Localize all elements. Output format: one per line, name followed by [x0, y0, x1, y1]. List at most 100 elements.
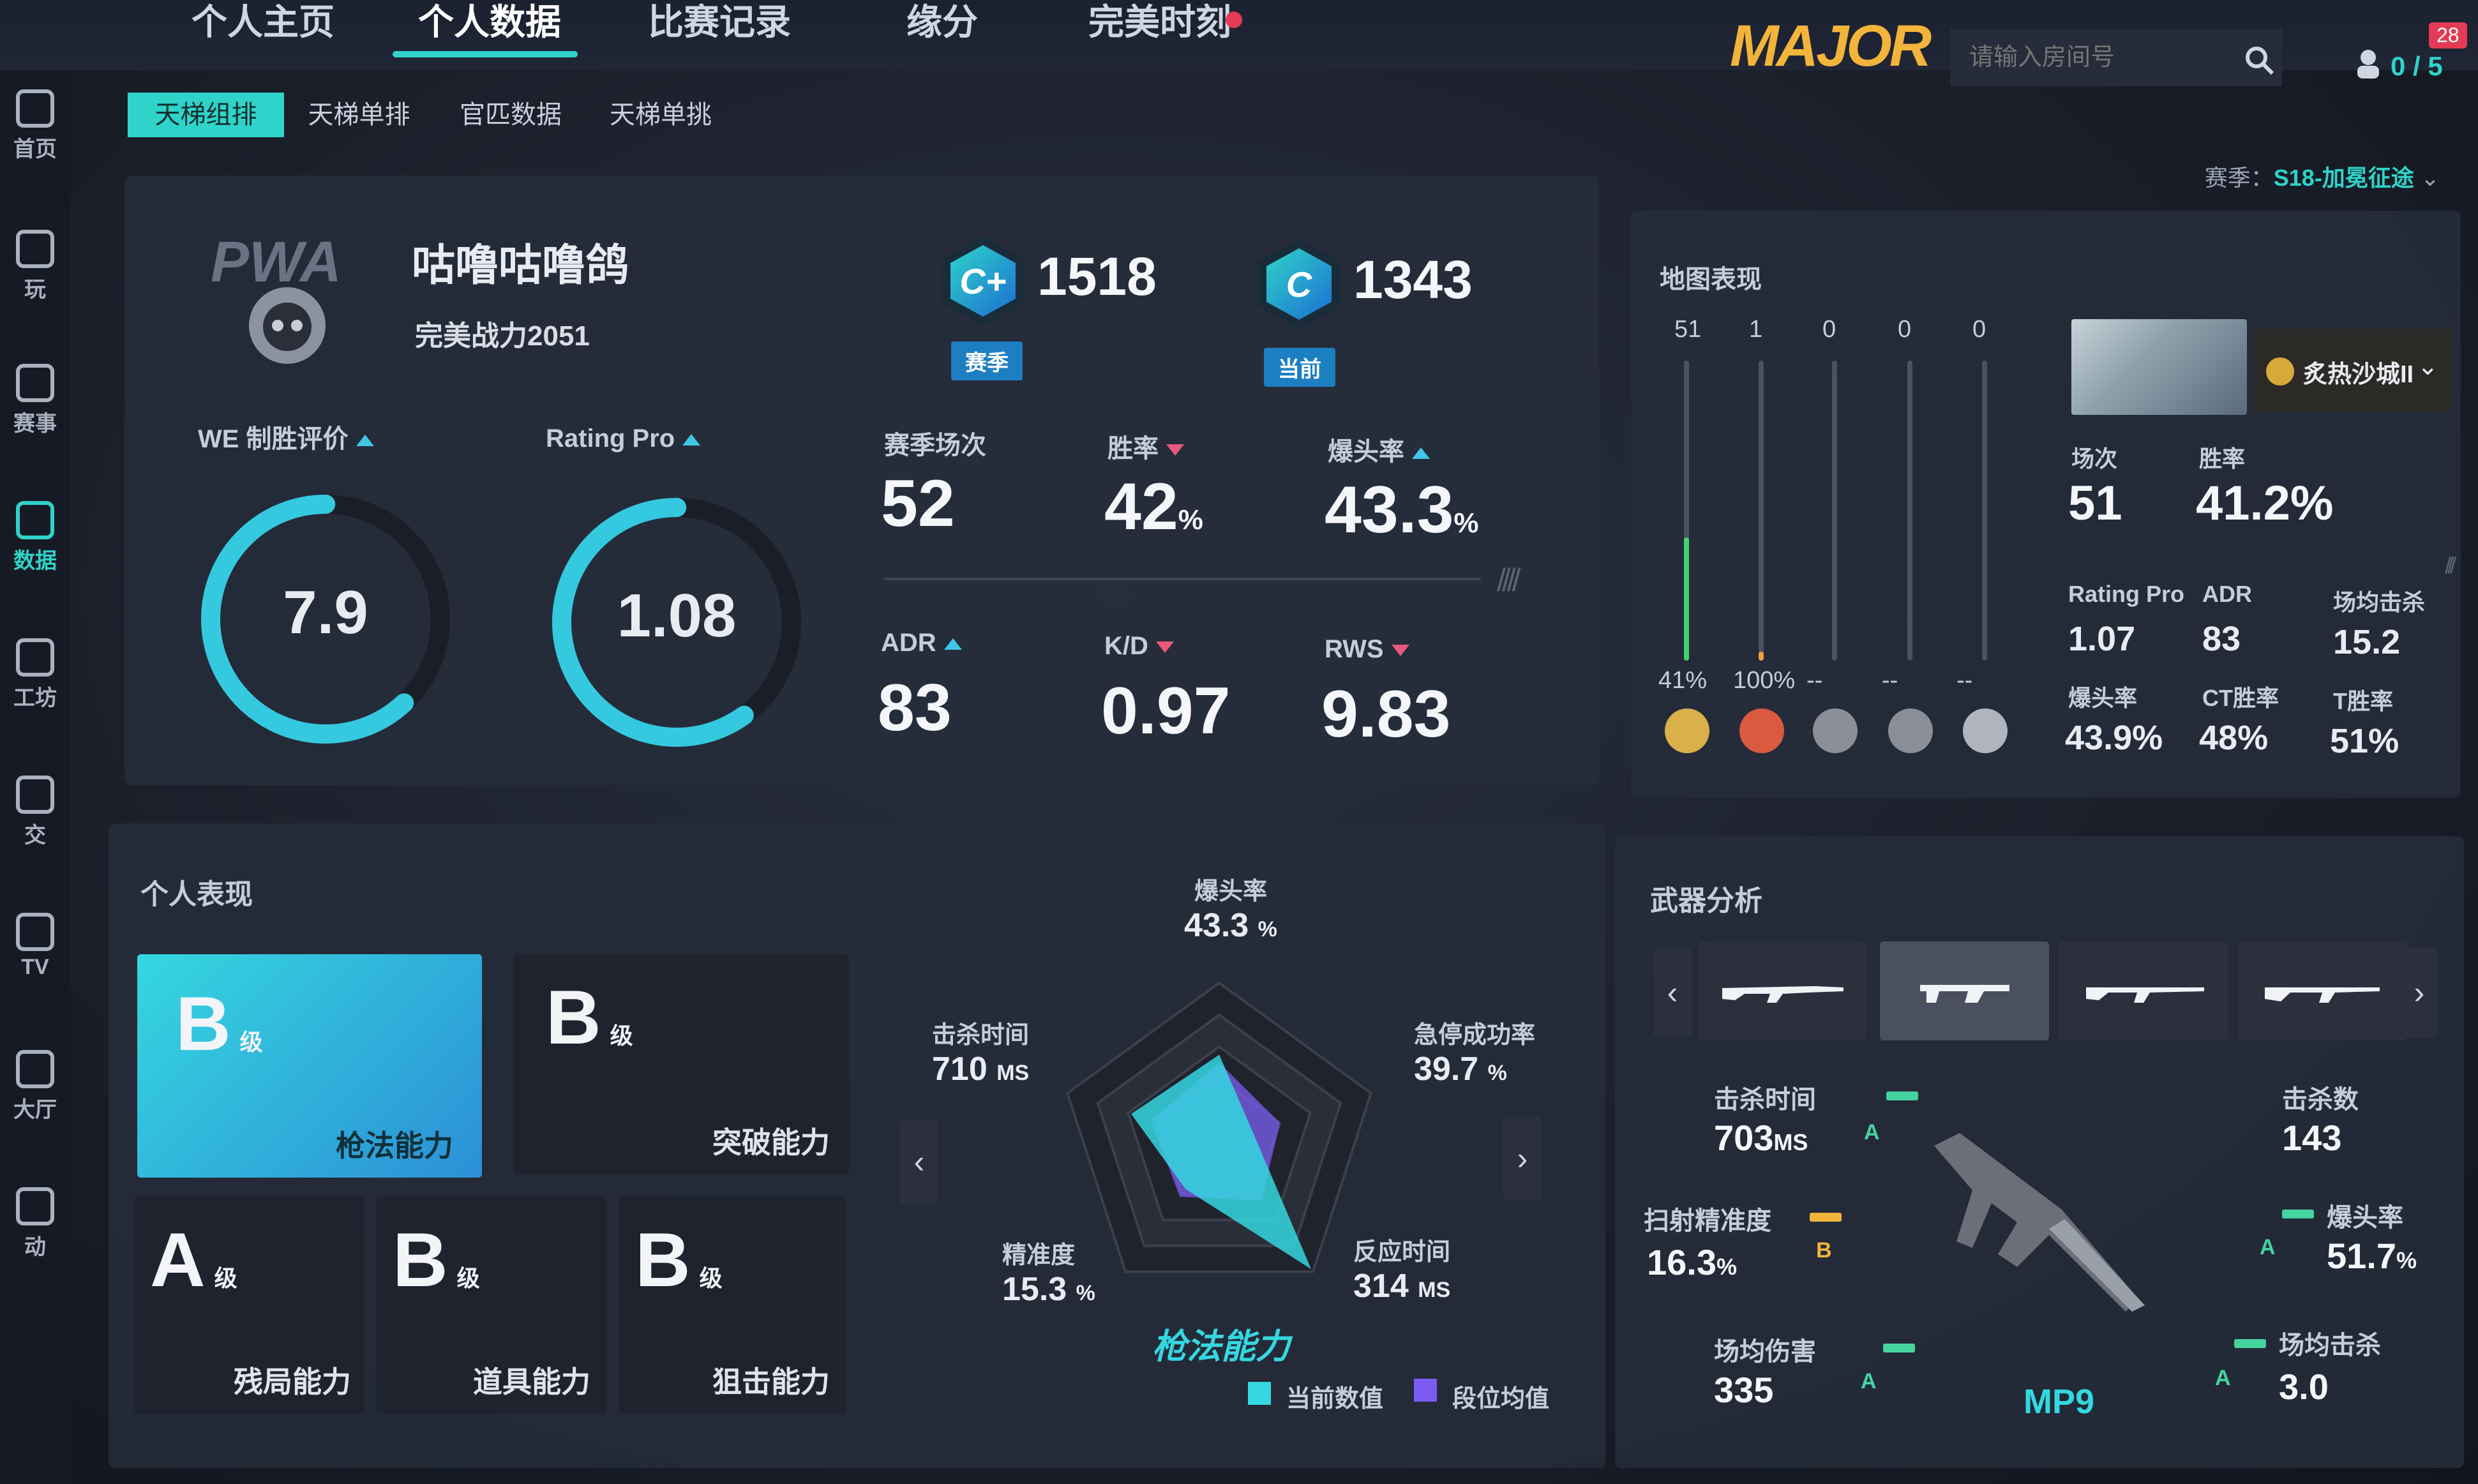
weapon-stat-grade: A — [1864, 1120, 1880, 1144]
trend-up-icon — [943, 638, 962, 650]
tab-match-history[interactable]: 比赛记录 — [648, 0, 791, 45]
map-bar[interactable] — [1982, 361, 1987, 661]
map-bar-winrate: -- — [1806, 667, 1823, 694]
weapon-slot-famas[interactable] — [2237, 941, 2407, 1040]
astronaut-icon — [249, 287, 326, 364]
team-count: 0 / 5 — [2391, 51, 2443, 81]
trophy-icon — [16, 364, 54, 402]
rifle-icon — [2085, 987, 2204, 1003]
map-bar[interactable] — [1832, 361, 1837, 661]
stat-label-winrate: 胜率 — [1108, 428, 1184, 465]
trend-down-icon — [1155, 641, 1174, 654]
map-bar[interactable] — [1907, 361, 1912, 661]
map-medal-icon[interactable] — [1963, 708, 2008, 753]
sidebar-item-match[interactable]: 赛事 — [0, 364, 70, 437]
map-detail-label: T胜率 — [2333, 688, 2393, 714]
map-selector[interactable]: 炙热沙城II ⌄ — [2253, 329, 2451, 412]
map-thumbnail[interactable] — [2071, 319, 2247, 415]
weapon-panel-title: 武器分析 — [1650, 885, 1762, 917]
avatar[interactable]: PWA — [211, 230, 351, 383]
sidebar-item-data[interactable]: 数据 — [0, 501, 70, 574]
search-icon[interactable] — [2244, 45, 2276, 77]
tv-icon — [16, 913, 54, 951]
weapon-stat-value: 335 — [1714, 1370, 1774, 1410]
weapon-next-button[interactable]: › — [2400, 948, 2438, 1037]
map-detail-label: 场均击杀 — [2333, 589, 2426, 615]
subtab-official-data[interactable]: 官匹数据 — [434, 93, 587, 137]
weapon-stat-label: 场均击杀 — [2279, 1331, 2381, 1360]
map-medal-icon[interactable] — [1665, 708, 1709, 753]
weapon-stat-value: 3.0 — [2279, 1367, 2329, 1407]
sidebar-item-events[interactable]: 动 — [0, 1187, 70, 1261]
sidebar-item-trade[interactable]: 交 — [0, 776, 70, 849]
subtab-ladder-team[interactable]: 天梯组排 — [128, 93, 284, 137]
ability-card-marksmanship[interactable]: B级 枪法能力 — [137, 954, 482, 1178]
map-detail-label: CT胜率 — [2202, 685, 2279, 711]
sidebar-item-home[interactable]: 首页 — [0, 89, 70, 163]
season-rank-score: 1518 — [1037, 246, 1157, 306]
weapon-stat-label: 扫射精准度 — [1644, 1207, 1771, 1235]
stat-value-winrate: 42% — [1104, 470, 1203, 544]
tab-personal-data[interactable]: 个人数据 — [418, 0, 561, 45]
tab-fate[interactable]: 缘分 — [906, 0, 978, 45]
map-panel-title: 地图表现 — [1660, 266, 1762, 294]
map-bar-winrate: -- — [1956, 667, 1973, 694]
notification-badge: 28 — [2429, 22, 2467, 49]
ability-card-endgame[interactable]: A级 残局能力 — [134, 1197, 364, 1414]
weapon-stat-bar — [1810, 1213, 1842, 1222]
map-detail-label: 爆头率 — [2068, 685, 2138, 711]
map-bar-count: 0 — [1898, 316, 1912, 343]
current-tag: 当前 — [1264, 348, 1335, 387]
weapon-prev-button[interactable]: ‹ — [1653, 948, 1692, 1037]
sidebar-item-lobby[interactable]: 大厅 — [0, 1050, 70, 1123]
map-bar-count: 51 — [1674, 316, 1702, 343]
chevron-down-icon: ⌄ — [2417, 352, 2438, 380]
subtab-ladder-solo[interactable]: 天梯单排 — [284, 93, 434, 137]
tab-perfect-moments[interactable]: 完美时刻 — [1088, 0, 1231, 45]
season-selector[interactable]: 赛季：S18-加冕征途 ⌄ — [2205, 160, 2440, 193]
stat-label-rws: RWS — [1325, 635, 1409, 664]
legend-swatch-current — [1248, 1382, 1271, 1405]
room-search-input[interactable] — [1950, 29, 2282, 86]
radar-next-button[interactable]: › — [1503, 1117, 1542, 1200]
performance-title: 个人表现 — [140, 879, 253, 910]
weapon-stat-value: 51.7% — [2327, 1236, 2417, 1276]
stat-label-adr: ADR — [881, 629, 962, 657]
team-icon[interactable] — [2352, 48, 2384, 80]
tab-home[interactable]: 个人主页 — [191, 0, 334, 45]
trend-up-icon — [682, 434, 701, 446]
major-logo: MAJOR — [1730, 13, 1932, 79]
trend-down-icon — [1166, 444, 1184, 456]
subtab-ladder-duel[interactable]: 天梯单挑 — [587, 93, 734, 137]
ability-card-breakthrough[interactable]: B级 突破能力 — [514, 954, 849, 1174]
weapon-stat-bar — [1883, 1344, 1915, 1353]
trade-icon — [16, 776, 54, 814]
weapon-slot-mp9[interactable] — [1880, 941, 2049, 1040]
rifle-icon — [1722, 986, 1843, 1003]
sidebar-item-workshop[interactable]: 工坊 — [0, 638, 70, 712]
map-detail-value: 48% — [2199, 719, 2269, 757]
current-rank-badge: C — [1258, 239, 1340, 329]
map-winrate-label: 胜率 — [2199, 446, 2246, 472]
map-medal-icon[interactable] — [1888, 708, 1933, 753]
weapon-slot-m4[interactable] — [2059, 941, 2228, 1040]
weapon-stat-grade: B — [1816, 1238, 1832, 1263]
ability-card-utility[interactable]: B级 道具能力 — [377, 1197, 606, 1414]
current-rank-score: 1343 — [1353, 250, 1473, 310]
trend-up-icon — [1412, 447, 1430, 460]
map-bar[interactable] — [1759, 361, 1764, 661]
radar-prev-button[interactable]: ‹ — [900, 1120, 938, 1203]
weapon-stat-value: 143 — [2282, 1118, 2342, 1158]
stat-value-headshot: 43.3% — [1325, 473, 1479, 547]
map-bar-count: 0 — [1972, 316, 1986, 343]
ability-card-sniping[interactable]: B级 狙击能力 — [619, 1197, 846, 1414]
map-medal-icon[interactable] — [1813, 708, 1858, 753]
sidebar-item-play[interactable]: 玩 — [0, 230, 70, 303]
stat-label-headshot: 爆头率 — [1328, 431, 1430, 468]
weapon-slot-ak47[interactable] — [1698, 941, 1867, 1040]
home-icon — [16, 89, 54, 128]
map-bar[interactable] — [1684, 361, 1689, 661]
map-medal-icon[interactable] — [1739, 708, 1784, 753]
legend-current: 当前数值 — [1286, 1386, 1384, 1413]
sidebar-item-tv[interactable]: TV — [0, 913, 70, 980]
